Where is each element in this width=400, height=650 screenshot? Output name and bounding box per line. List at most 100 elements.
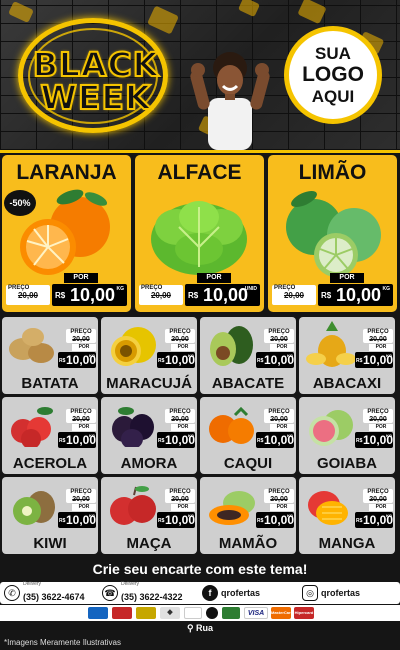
por-label: POR	[270, 344, 294, 351]
new-price-box: R$ 10,00 KG	[157, 512, 195, 528]
product-card-maça: PREÇO 20,00 POR R$ 10,00 KG MAÇA	[101, 477, 197, 554]
cta-text: Crie seu encarte com este tema!	[92, 561, 308, 577]
new-price-box: R$ 10,00 KG	[355, 512, 393, 528]
old-price-box: PREÇO 20,00	[272, 285, 316, 305]
old-price-box: PREÇO 20,00	[139, 285, 183, 305]
unit: KG	[89, 353, 95, 358]
por-label: POR	[72, 424, 96, 431]
contact-label: Delivery	[23, 581, 42, 587]
currency: R$	[59, 358, 66, 364]
contact-whatsapp[interactable]: ✆ Delivery (35) 3622-4674	[4, 581, 85, 602]
product-card-amora: PREÇO 20,00 POR R$ 10,00 KG AMORA	[101, 397, 197, 474]
discount-badge: -50%	[4, 190, 36, 216]
old-price: 20,00	[369, 336, 387, 343]
por-label: POR	[369, 504, 393, 511]
por-label: POR	[197, 273, 231, 283]
old-price-box: PREÇO 20,00	[66, 489, 96, 503]
product-card-mamão: PREÇO 20,00 POR R$ 10,00 KG MAMÃO	[200, 477, 296, 554]
unit: KG	[116, 286, 125, 292]
card-icon	[88, 607, 108, 619]
preco-label: PREÇO	[169, 329, 191, 335]
old-price: 20,00	[17, 291, 39, 300]
pineapple-icon	[306, 321, 356, 367]
disclaimer: *Imagens Meramente Ilustrativas	[4, 638, 121, 647]
card-icon	[136, 607, 156, 619]
currency: R$	[55, 291, 66, 300]
currency: R$	[356, 438, 363, 444]
product-card-limao: LIMÃO POR PREÇO 20,00 R$ 10,00 KG	[268, 155, 397, 312]
contact-phone[interactable]: ☎ Delivery (35) 3622-4322	[102, 581, 183, 602]
unit: KG	[188, 513, 194, 518]
por-label: POR	[72, 504, 96, 511]
whatsapp-icon: ✆	[4, 585, 20, 601]
old-price: 20,00	[270, 496, 288, 503]
product-name: ALFACE	[157, 161, 242, 184]
price-tag: POR PREÇO 20,00 R$ 10,00 KG	[272, 273, 393, 307]
new-price-box: R$ 10,00 KG	[256, 432, 294, 448]
currency: R$	[356, 358, 363, 364]
logo-line-3: AQUI	[311, 87, 355, 106]
por-label: POR	[330, 273, 364, 283]
kiwi-icon	[13, 491, 55, 525]
mastercard-icon: MasterCard	[271, 607, 293, 619]
product-name: ABACAXI	[312, 375, 382, 392]
preco-label: PREÇO	[70, 489, 92, 495]
unit: KG	[386, 353, 392, 358]
preco-label: PREÇO	[367, 329, 389, 335]
por-label: POR	[270, 424, 294, 431]
product-card-manga: PREÇO 20,00 POR R$ 10,00 KG MANGA	[299, 477, 395, 554]
contact-facebook[interactable]: f qrofertas	[202, 584, 260, 602]
address: ⚲ Rua	[0, 621, 400, 635]
product-card-acerola: PREÇO 20,00 POR R$ 10,00 KG ACEROLA	[2, 397, 98, 474]
contact-instagram[interactable]: ◎ qrofertas	[302, 584, 360, 602]
product-card-laranja: LARANJA POR PREÇO 20,00 R$ 10,00 KG	[2, 155, 131, 312]
product-name: AMORA	[120, 455, 178, 472]
preco-label: PREÇO	[70, 329, 92, 335]
unit: KG	[386, 513, 392, 518]
product-name: ABACATE	[211, 375, 285, 392]
currency: R$	[59, 518, 66, 524]
product-card-abacaxi: PREÇO 20,00 POR R$ 10,00 KG ABACAXI	[299, 317, 395, 394]
price-tag: PREÇO 20,00 POR R$ 10,00 KG	[256, 329, 294, 371]
por-label: POR	[270, 504, 294, 511]
blackberry-icon	[112, 407, 154, 447]
glow-decoration	[297, 0, 327, 25]
unit: KG	[382, 286, 391, 292]
price-tag: PREÇO 20,00 POR R$ 10,00 KG	[157, 409, 195, 451]
price-tag: PREÇO 20,00 POR R$ 10,00 KG	[58, 329, 96, 371]
product-name: KIWI	[33, 535, 67, 552]
product-card-goiaba: PREÇO 20,00 POR R$ 10,00 KG GOIABA	[299, 397, 395, 474]
payment-methods-bar: ◆ VISA MasterCard Hipercard	[0, 605, 400, 621]
preco-label: PREÇO	[268, 409, 290, 415]
product-card-kiwi: PREÇO 20,00 POR R$ 10,00 KG KIWI	[2, 477, 98, 554]
old-price-box: PREÇO 20,00	[363, 409, 393, 423]
old-price: 20,00	[283, 291, 305, 300]
por-label: POR	[64, 273, 98, 283]
mango-icon	[308, 491, 348, 525]
unit: KG	[287, 353, 293, 358]
contact-label: Delivery	[121, 581, 140, 587]
old-price: 20,00	[369, 416, 387, 423]
old-price-box: PREÇO 20,00	[165, 329, 195, 343]
price-tag: POR PREÇO 20,00 R$ 10,00 UNID	[139, 273, 260, 307]
old-price: 20,00	[171, 416, 189, 423]
guava-icon	[309, 410, 353, 446]
acerola-icon	[11, 407, 53, 447]
old-price-box: PREÇO 20,00	[6, 285, 50, 305]
por-label: POR	[369, 424, 393, 431]
contact-bar: ✆ Delivery (35) 3622-4674 ☎ Delivery (35) …	[0, 581, 400, 604]
new-price: 10,00	[203, 285, 249, 305]
header-banner: BLACK WEEK SUA LOGO AQUI	[0, 0, 400, 150]
por-label: POR	[369, 344, 393, 351]
preco-label: PREÇO	[367, 409, 389, 415]
old-price: 20,00	[72, 416, 90, 423]
product-name: LIMÃO	[298, 161, 367, 184]
unit: KG	[287, 513, 293, 518]
unit: KG	[89, 433, 95, 438]
location-pin-icon: ⚲	[186, 623, 197, 633]
por-label: POR	[171, 344, 195, 351]
new-price-box: R$ 10,00 KG	[157, 352, 195, 368]
preco-label: PREÇO	[268, 329, 290, 335]
new-price-box: R$ 10,00 KG	[52, 284, 127, 306]
preco-label: PREÇO	[367, 489, 389, 495]
